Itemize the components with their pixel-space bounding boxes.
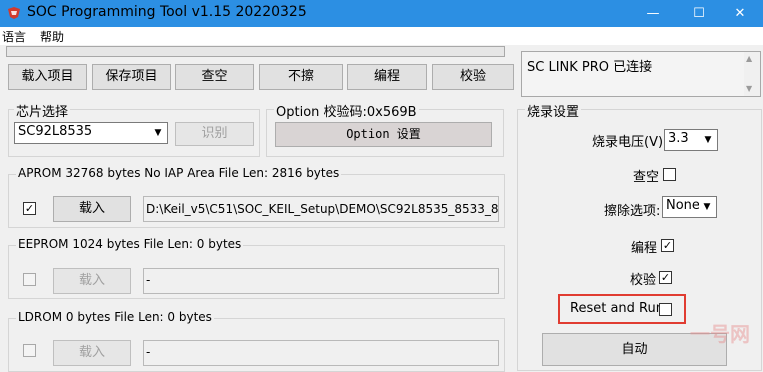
option-legend: Option 校验码:0x569B: [274, 101, 419, 120]
chip-select-dropdown[interactable]: SC92L8535 ▼: [14, 122, 168, 144]
burn-settings-legend: 烧录设置: [525, 101, 582, 120]
eeprom-load-button[interactable]: 载入: [53, 268, 131, 294]
program-checkbox[interactable]: ✓: [661, 239, 674, 252]
load-project-button[interactable]: 载入项目: [8, 64, 87, 90]
option-settings-button[interactable]: Option 设置: [275, 122, 492, 147]
window-title: SOC Programming Tool v1.15 20220325: [27, 4, 307, 20]
program-label: 编程: [631, 241, 658, 256]
verify-checkbox[interactable]: ✓: [659, 271, 672, 284]
eeprom-checkbox[interactable]: [23, 273, 36, 286]
reset-run-label: Reset and Run: [570, 301, 664, 316]
verify-button[interactable]: 校验: [432, 64, 514, 90]
ldrom-checkbox[interactable]: [23, 344, 36, 357]
progress-bar: [6, 46, 505, 57]
close-button[interactable]: ✕: [717, 0, 763, 27]
menu-bar: [0, 27, 763, 45]
chip-select-value: SC92L8535: [18, 124, 93, 139]
ldrom-load-button[interactable]: 载入: [53, 340, 131, 366]
ldrom-path-field[interactable]: -: [143, 340, 499, 366]
app-logo-icon: [8, 7, 20, 19]
status-message: SC LINK PRO 已连接: [527, 60, 653, 75]
watermark-logo: 一号网: [690, 322, 750, 346]
voltage-dropdown[interactable]: 3.3 ▼: [664, 129, 718, 151]
chip-select-legend: 芯片选择: [14, 101, 71, 120]
check-blank-button[interactable]: 查空: [175, 64, 254, 90]
save-project-button[interactable]: 保存项目: [92, 64, 171, 90]
aprom-checkbox[interactable]: ✓: [23, 202, 36, 215]
program-button[interactable]: 编程: [347, 64, 427, 90]
erase-option-value: None: [666, 198, 700, 213]
ldrom-legend: LDROM 0 bytes File Len: 0 bytes: [16, 310, 214, 324]
check-blank-checkbox[interactable]: [663, 168, 676, 181]
identify-button[interactable]: 识别: [175, 122, 254, 146]
eeprom-path-field[interactable]: -: [143, 268, 499, 294]
chevron-down-icon: ▼: [700, 131, 716, 149]
maximize-button[interactable]: ☐: [676, 0, 722, 27]
chevron-down-icon: ▼: [150, 124, 166, 142]
verify-label: 校验: [630, 273, 657, 288]
aprom-load-button[interactable]: 载入: [53, 196, 131, 222]
chevron-down-icon: ▼: [699, 198, 715, 216]
no-erase-button[interactable]: 不擦: [259, 64, 343, 90]
eeprom-legend: EEPROM 1024 bytes File Len: 0 bytes: [16, 237, 244, 251]
scroll-down-icon[interactable]: ▼: [746, 84, 752, 93]
reset-run-checkbox[interactable]: [659, 303, 672, 316]
voltage-label: 烧录电压(V):: [592, 135, 668, 150]
scroll-up-icon[interactable]: ▲: [746, 54, 752, 63]
menu-language[interactable]: 语言: [2, 28, 26, 45]
erase-option-dropdown[interactable]: None ▼: [662, 196, 717, 218]
erase-option-label: 擦除选项:: [604, 204, 661, 219]
menu-help[interactable]: 帮助: [40, 28, 64, 45]
check-blank-label: 查空: [633, 170, 660, 185]
voltage-value: 3.3: [668, 131, 689, 146]
minimize-button[interactable]: —: [630, 0, 676, 27]
aprom-path-field[interactable]: D:\Keil_v5\C51\SOC_KEIL_Setup\DEMO\SC92L…: [143, 196, 499, 222]
aprom-legend: APROM 32768 bytes No IAP Area File Len: …: [16, 166, 342, 180]
